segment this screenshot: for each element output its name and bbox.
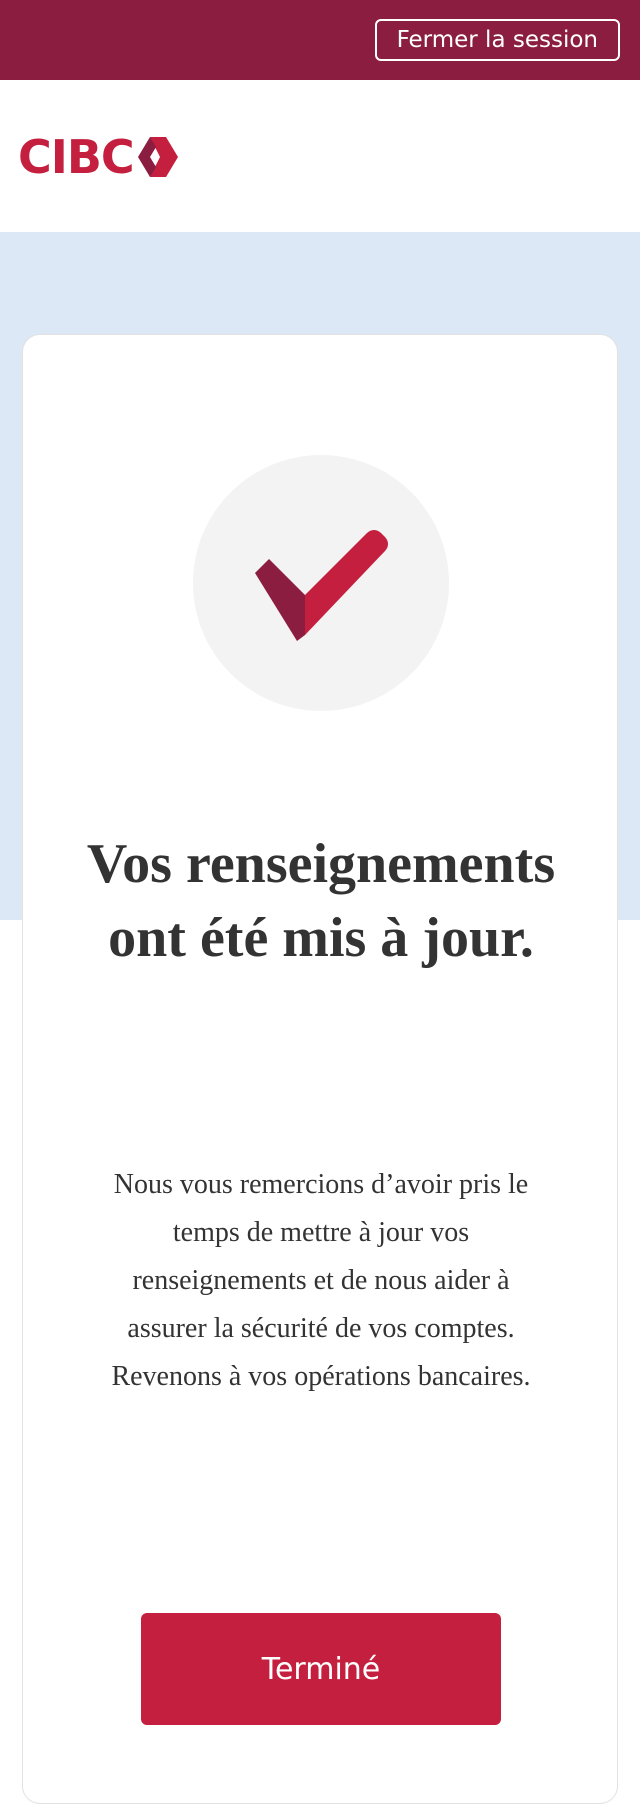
success-badge	[193, 455, 449, 711]
top-bar: Fermer la session	[0, 0, 640, 80]
confirmation-card: Vos renseignements ont été mis à jour. N…	[22, 334, 618, 1804]
header: CIBC	[0, 80, 640, 232]
cibc-diamond-icon	[137, 137, 178, 177]
cibc-logo[interactable]: CIBC	[18, 128, 180, 186]
confirmation-message: Nous vous remercions d’avoir pris le tem…	[111, 1169, 531, 1392]
done-button[interactable]: Terminé	[141, 1613, 501, 1725]
confirmation-title: Vos renseignements ont été mis à jour.	[86, 833, 556, 969]
logout-button[interactable]: Fermer la session	[374, 19, 620, 61]
logo-text: CIBC	[18, 130, 135, 184]
checkmark-icon	[255, 530, 388, 641]
